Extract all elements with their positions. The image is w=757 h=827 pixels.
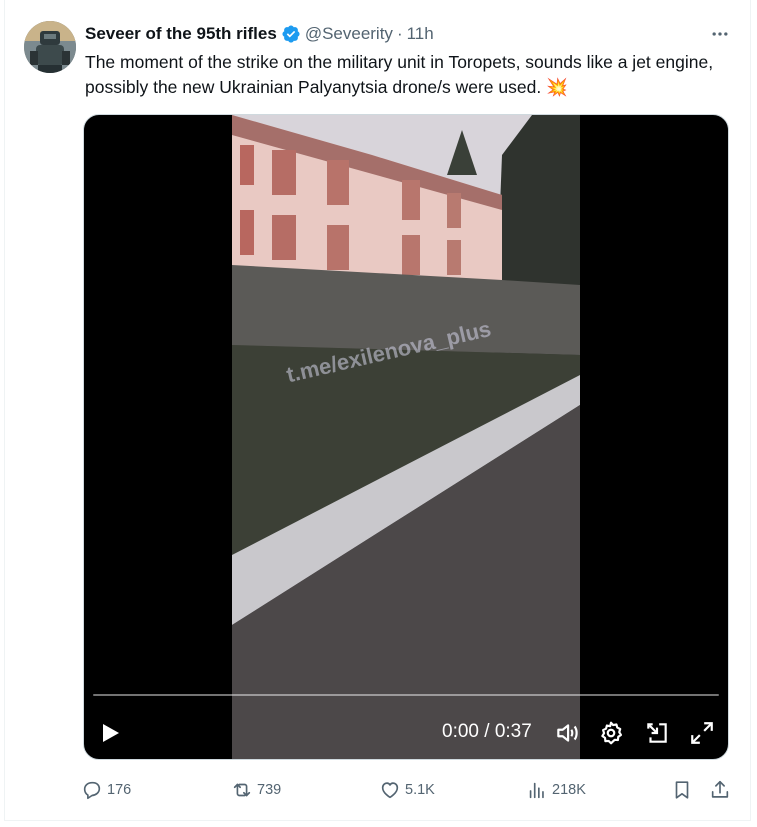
share-icon <box>711 780 729 798</box>
video-player[interactable]: t.me/exilenova_plus 0:00 / 0:37 <box>83 114 729 760</box>
repost-count: 739 <box>257 782 282 798</box>
views-icon <box>529 782 544 799</box>
avatar[interactable] <box>24 21 76 73</box>
fullscreen-icon[interactable] <box>689 720 715 746</box>
view-count: 218K <box>552 782 586 798</box>
collision-emoji: 💥 <box>546 77 568 97</box>
avatar-image <box>24 21 76 73</box>
video-frame <box>232 115 580 759</box>
reply-icon <box>83 781 101 800</box>
handle[interactable]: @Seveerity <box>305 24 393 44</box>
volume-icon[interactable] <box>554 720 580 746</box>
action-bar: 176 739 5.1K 218K <box>81 778 731 802</box>
more-icon[interactable] <box>708 22 732 46</box>
separator-dot: · <box>396 24 403 43</box>
display-name[interactable]: Seveer of the 95th rifles <box>85 24 277 44</box>
tweet-text: The moment of the strike on the military… <box>85 50 735 100</box>
repost-icon <box>233 783 251 797</box>
like-button[interactable]: 5.1K <box>379 778 435 802</box>
tweet-card[interactable]: Seveer of the 95th rifles @Seveerity · 1… <box>4 0 751 821</box>
bookmark-button[interactable] <box>671 778 697 802</box>
views-button[interactable]: 218K <box>526 778 586 802</box>
video-timecode: 0:00 / 0:37 <box>442 721 532 742</box>
progress-bar[interactable] <box>93 694 719 696</box>
verified-badge-icon <box>281 24 301 44</box>
tweet-header: Seveer of the 95th rifles @Seveerity · 1… <box>85 22 434 46</box>
reply-count: 176 <box>107 782 132 798</box>
timestamp[interactable]: 11h <box>407 24 434 44</box>
play-icon[interactable] <box>98 721 122 745</box>
reply-button[interactable]: 176 <box>81 778 131 802</box>
repost-button[interactable]: 739 <box>231 778 281 802</box>
dock-icon[interactable] <box>644 720 670 746</box>
like-count: 5.1K <box>405 782 435 798</box>
bookmark-icon <box>675 781 689 799</box>
tweet-body: The moment of the strike on the military… <box>85 52 714 97</box>
share-button[interactable] <box>709 778 735 802</box>
like-icon <box>381 782 399 799</box>
settings-icon[interactable] <box>598 720 624 746</box>
video-controls: 0:00 / 0:37 <box>84 711 728 755</box>
